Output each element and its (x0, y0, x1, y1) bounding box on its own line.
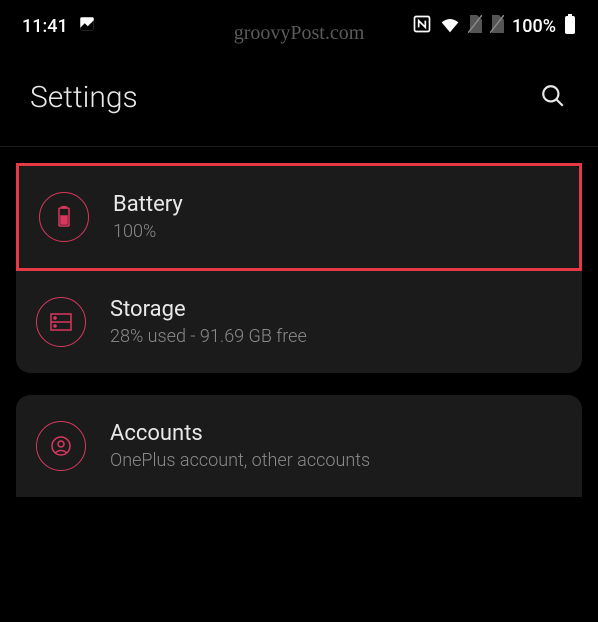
search-icon (540, 97, 566, 112)
battery-item[interactable]: Battery 100% (16, 163, 582, 271)
accounts-item[interactable]: Accounts OnePlus account, other accounts (16, 395, 582, 497)
status-bar: 11:41 100% (0, 0, 598, 49)
settings-card-2: Accounts OnePlus account, other accounts (16, 395, 582, 497)
storage-icon-circle (36, 297, 86, 347)
image-icon (78, 15, 96, 38)
content-area: Battery 100% Storage 28% used - 91.69 GB… (0, 147, 598, 535)
storage-title: Storage (110, 297, 562, 322)
storage-subtitle: 28% used - 91.69 GB free (110, 326, 562, 347)
battery-icon-circle (39, 192, 89, 242)
status-time: 11:41 (22, 16, 68, 37)
accounts-title: Accounts (110, 421, 562, 446)
sim-disabled-icon-2 (490, 15, 504, 38)
battery-subtitle: 100% (113, 221, 559, 242)
accounts-icon-circle (36, 421, 86, 471)
settings-card-1: Battery 100% Storage 28% used - 91.69 GB… (16, 163, 582, 373)
page-title: Settings (30, 80, 138, 115)
search-button[interactable] (536, 79, 570, 116)
accounts-subtitle: OnePlus account, other accounts (110, 450, 562, 471)
wifi-icon (440, 15, 460, 38)
nfc-icon (412, 14, 432, 39)
storage-item[interactable]: Storage 28% used - 91.69 GB free (16, 271, 582, 373)
battery-icon (564, 14, 576, 39)
header: Settings (0, 49, 598, 146)
sim-disabled-icon-1 (468, 15, 482, 38)
battery-title: Battery (113, 192, 559, 217)
battery-percent: 100% (512, 16, 556, 37)
